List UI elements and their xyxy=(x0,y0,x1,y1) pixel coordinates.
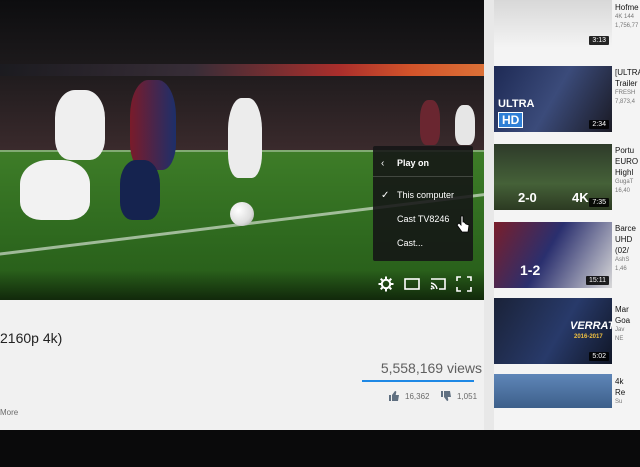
related-thumbnail[interactable]: ULTRA HD 2:34 xyxy=(494,66,612,132)
thumbnail-overlay-text: 2-0 xyxy=(518,190,537,205)
related-item-text[interactable]: Hofme 4K 144 1,756,77 xyxy=(615,2,640,31)
miniplayer-icon[interactable] xyxy=(404,276,420,292)
related-meta: Jav xyxy=(615,327,625,333)
related-thumbnail[interactable]: 1-2 15:11 xyxy=(494,222,612,288)
related-title: Highl xyxy=(615,168,634,177)
related-meta: NE xyxy=(615,336,624,342)
related-meta: FRESH xyxy=(615,90,636,96)
duration-badge: 15:11 xyxy=(586,276,609,285)
related-title: [ULTRA xyxy=(615,68,640,77)
related-title: Hofme xyxy=(615,3,639,12)
related-thumbnail[interactable]: 2-0 4K 7:35 xyxy=(494,144,612,210)
related-meta: 1,756,77 xyxy=(615,23,639,29)
thumbnail-overlay-text: 1-2 xyxy=(520,262,541,278)
like-count: 16,362 xyxy=(405,391,430,401)
related-thumbnail[interactable]: VERRATTI 2016-2017 5:02 xyxy=(494,298,612,364)
fullscreen-icon[interactable] xyxy=(456,276,472,292)
related-meta: 7,873,4 xyxy=(615,99,636,105)
dislike-count: 1,051 xyxy=(457,391,478,401)
dislike-button[interactable]: 1,051 xyxy=(440,389,477,403)
thumbnail-overlay-text: 4K xyxy=(572,190,589,205)
screen: ‹ Play on ✓ This computer Cast TV8246 Ca… xyxy=(0,0,640,467)
footballer-figure xyxy=(20,160,90,220)
duration-badge: 2:34 xyxy=(589,120,609,129)
related-title: Portu xyxy=(615,146,635,155)
footballer-figure xyxy=(420,100,440,145)
related-meta: 16,40 xyxy=(615,188,631,194)
related-meta: Su xyxy=(615,399,623,405)
related-title: Barce xyxy=(615,224,636,233)
related-item-text[interactable]: Mar Goa Jav NE xyxy=(615,304,640,344)
thumbs-down-icon xyxy=(441,391,451,401)
related-meta: AshS xyxy=(615,257,630,263)
menu-option-this-computer[interactable]: ✓ This computer xyxy=(373,184,473,206)
thumbs-up-icon xyxy=(389,391,399,401)
menu-option-label: Cast TV8246 xyxy=(397,214,450,224)
sentiment-bar xyxy=(362,380,474,382)
footballer-figure xyxy=(55,90,105,160)
checkmark-icon: ✓ xyxy=(381,189,390,201)
menu-option-cast[interactable]: Cast... xyxy=(373,232,473,254)
related-title: Goa xyxy=(615,316,631,325)
related-thumbnail[interactable] xyxy=(494,374,612,408)
related-meta: 4K 144 xyxy=(615,14,635,20)
thumbnail-overlay-text: HD xyxy=(498,112,524,128)
menu-option-label: Cast... xyxy=(397,238,424,248)
hand-cursor-icon xyxy=(456,215,470,233)
chevron-left-icon: ‹ xyxy=(381,157,385,169)
monitor-bezel xyxy=(0,430,640,467)
related-title: UHD xyxy=(615,235,633,244)
related-title: Mar xyxy=(615,305,629,314)
related-meta: GugaT xyxy=(615,179,634,185)
related-item-text[interactable]: Barce UHD (02/ AshS 1,46 xyxy=(615,223,640,274)
video-title: 2160p 4k) xyxy=(0,330,63,346)
related-thumbnail[interactable]: 3:13 xyxy=(494,0,612,48)
menu-option-label: This computer xyxy=(397,190,455,200)
related-item-text[interactable]: Portu EURO Highl GugaT 16,40 xyxy=(615,145,640,196)
related-item-text[interactable]: [ULTRA Trailer FRESH 7,873,4 xyxy=(615,67,640,107)
related-title: (02/ xyxy=(615,246,629,255)
related-title: Re xyxy=(615,388,626,397)
related-title: Trailer xyxy=(615,79,638,88)
play-on-back[interactable]: ‹ Play on xyxy=(373,150,473,177)
video-player[interactable]: ‹ Play on ✓ This computer Cast TV8246 Ca… xyxy=(0,0,484,300)
thumbnail-overlay-text: ULTRA xyxy=(498,98,535,110)
menu-header-label: Play on xyxy=(397,158,430,168)
soccer-ball xyxy=(230,202,254,226)
footballer-figure xyxy=(120,160,160,220)
footballer-figure xyxy=(130,80,176,170)
gear-icon[interactable] xyxy=(378,276,394,292)
show-more-link[interactable]: More xyxy=(0,408,18,417)
footballer-figure xyxy=(455,105,475,145)
play-on-menu: ‹ Play on ✓ This computer Cast TV8246 Ca… xyxy=(373,146,473,261)
ad-board xyxy=(0,64,484,76)
duration-badge: 7:35 xyxy=(589,198,609,207)
like-button[interactable]: 16,362 xyxy=(388,389,429,403)
sidebar-gutter xyxy=(484,0,494,435)
cast-icon[interactable] xyxy=(430,276,446,292)
duration-badge: 5:02 xyxy=(589,352,609,361)
related-meta: 1,46 xyxy=(615,266,627,272)
duration-badge: 3:13 xyxy=(589,36,609,45)
related-title: 4k xyxy=(615,377,624,386)
related-title: EURO xyxy=(615,157,639,166)
footballer-figure xyxy=(228,98,262,178)
thumbnail-overlay-text: VERRATTI xyxy=(570,320,612,332)
view-count: 5,558,169 views xyxy=(380,360,482,376)
related-item-text[interactable]: 4k Re Su xyxy=(615,376,640,407)
thumbnail-overlay-text: 2016-2017 xyxy=(574,334,603,340)
